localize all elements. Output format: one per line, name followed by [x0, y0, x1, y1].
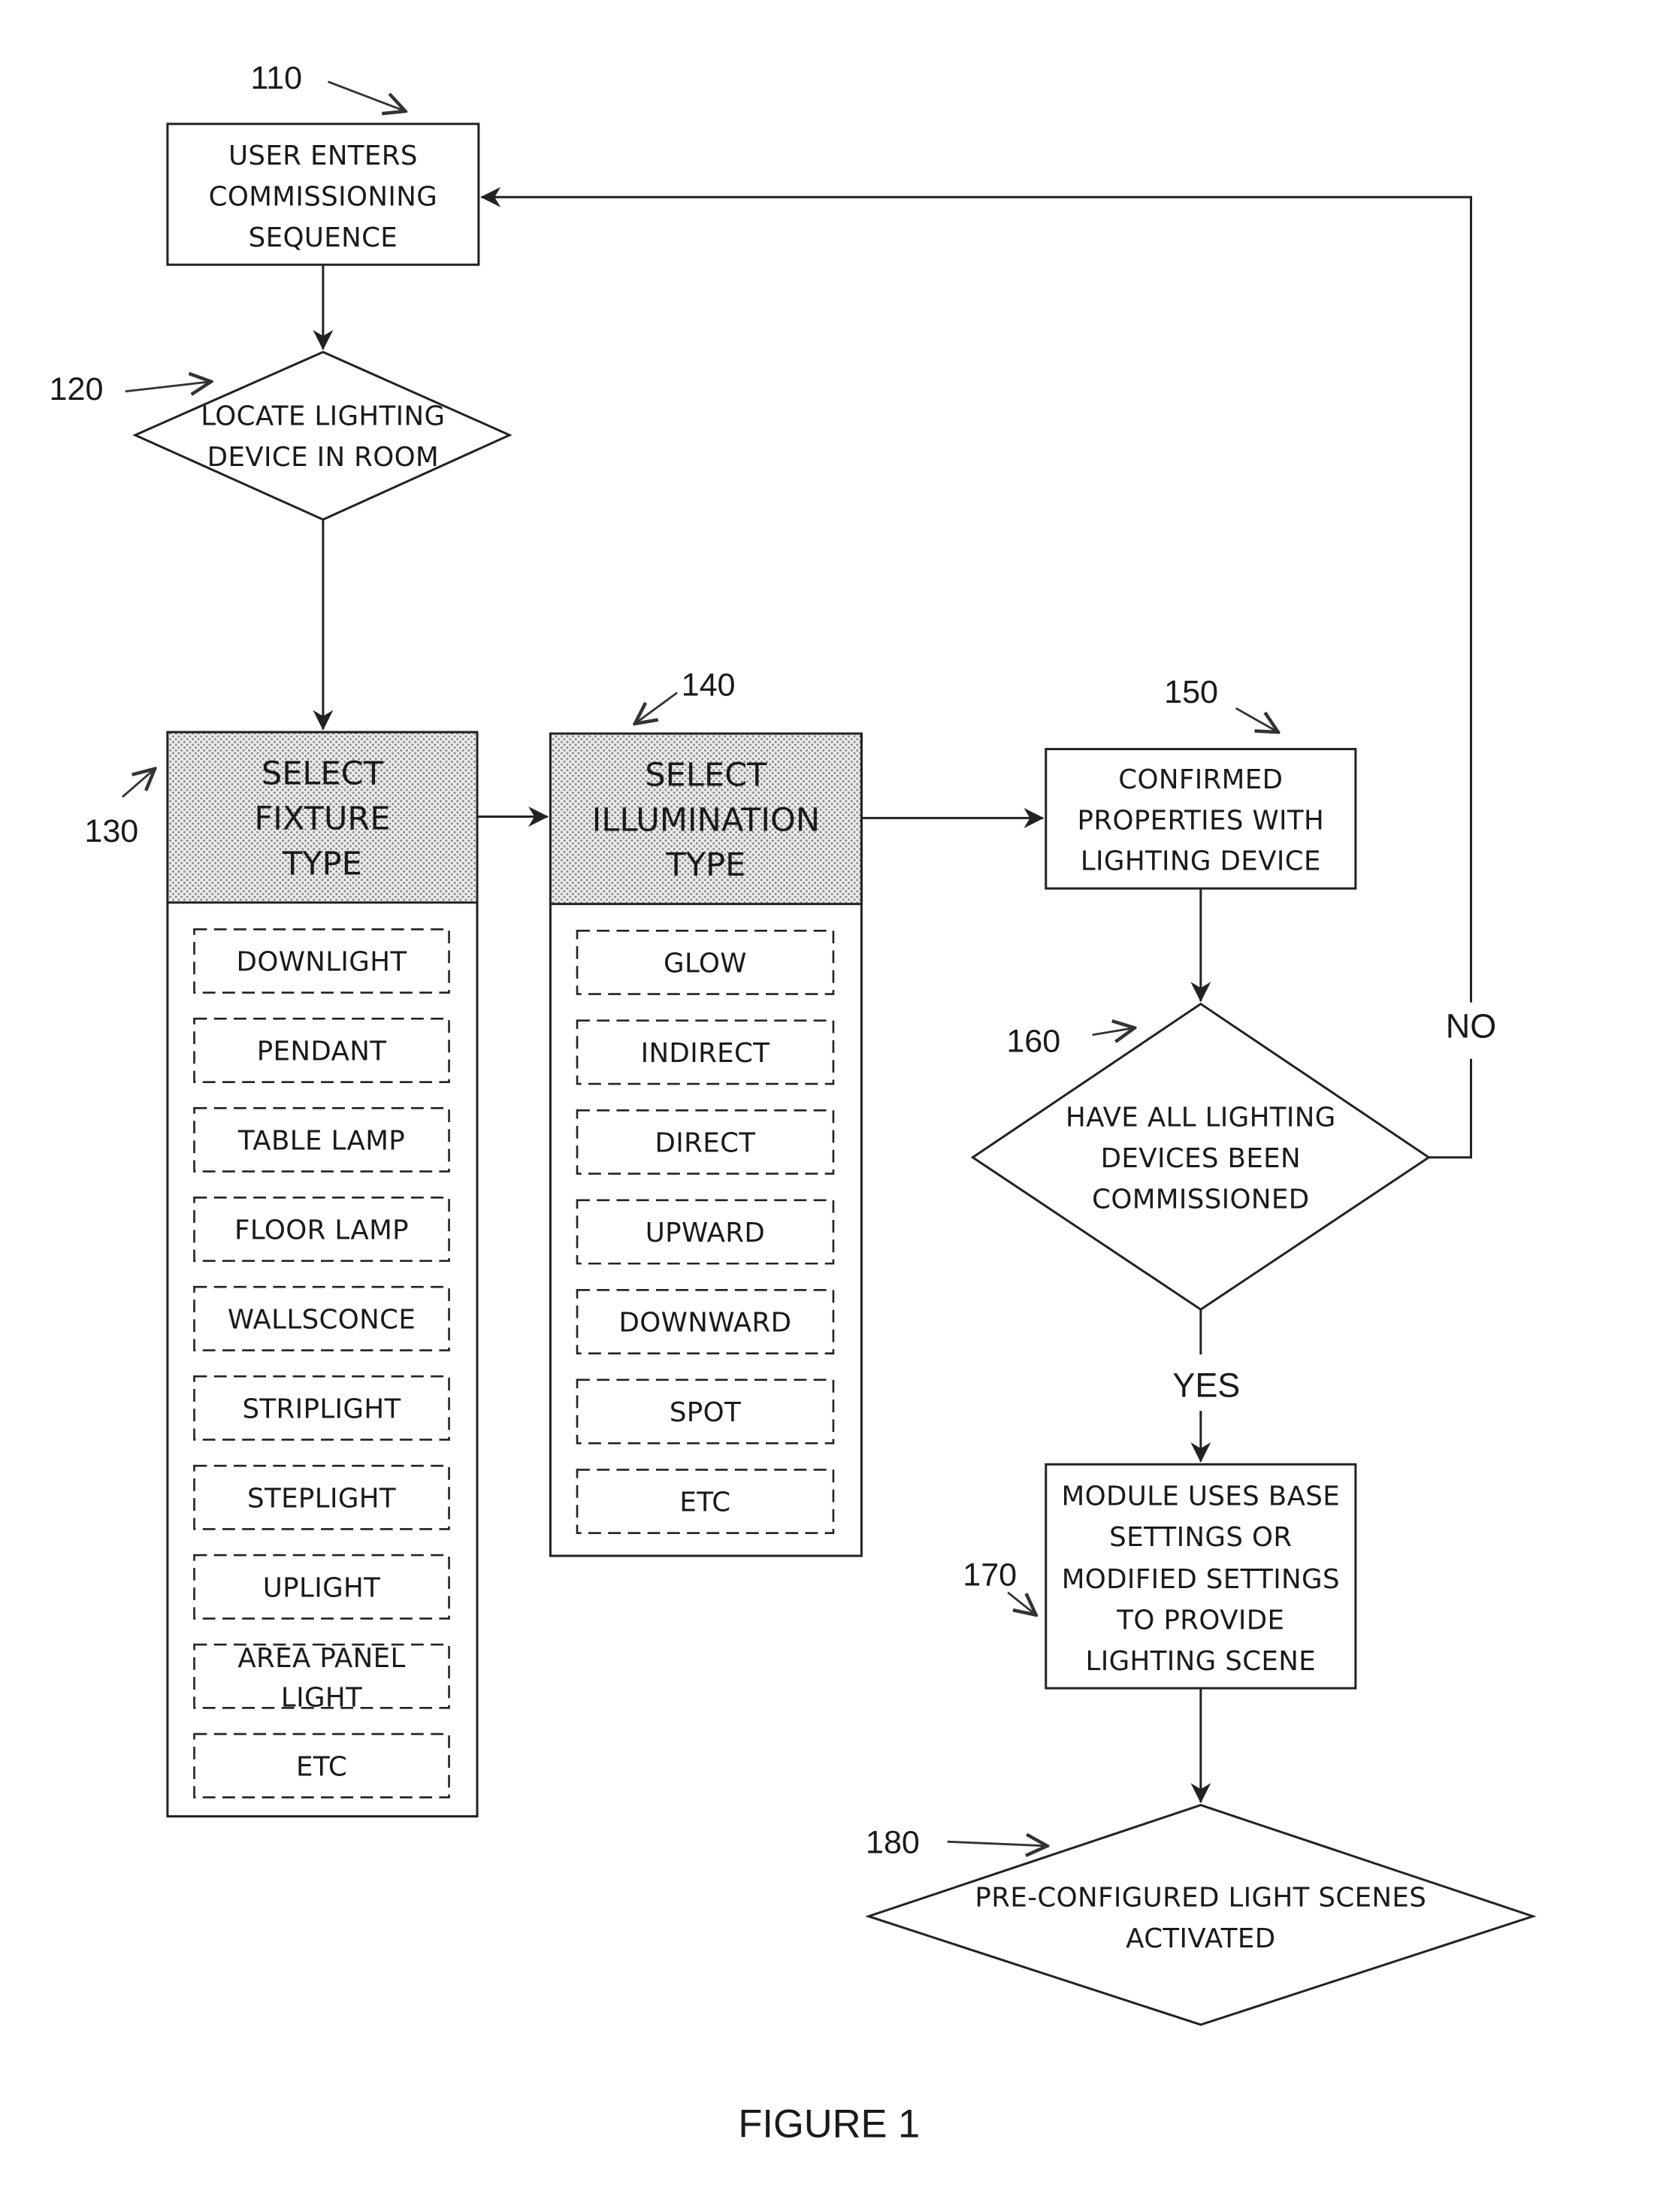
step-180-line-2: ACTIVATED [1126, 1923, 1275, 1954]
fixture-type-option-label: ETC [296, 1751, 347, 1782]
figure-caption: FIGURE 1 [738, 2103, 920, 2147]
step-130-header-line-1: SELECT [262, 755, 384, 792]
edge-label-yes: YES [1172, 1366, 1240, 1404]
step-150-line-3: LIGHTING DEVICE [1081, 846, 1321, 877]
step-140-header-line-2: ILLUMINATION [592, 801, 820, 839]
fixture-type-option-label: LIGHT [281, 1682, 362, 1713]
fixture-type-option-label: STEPLIGHT [247, 1483, 396, 1514]
illumination-type-option-label: ETC [679, 1487, 730, 1518]
ref-140-pointer-arrow-icon [635, 691, 678, 724]
fixture-type-option-label: TABLE LAMP [237, 1126, 405, 1157]
illumination-type-option-label: DIRECT [655, 1128, 756, 1159]
step-140-header-line-1: SELECT [645, 756, 767, 794]
step-130-header-line-3: TYPE [282, 845, 362, 882]
illumination-type-option-label: SPOT [670, 1397, 741, 1428]
step-130-panel: SELECT FIXTURE TYPE DOWNLIGHT PENDANT TABL… [166, 731, 479, 1818]
ref-170-pointer-arrow-icon [1007, 1591, 1036, 1615]
illumination-type-option-label: INDIRECT [641, 1038, 770, 1069]
ref-180: 180 [866, 1824, 920, 1860]
ref-120: 120 [50, 371, 104, 407]
step-170-line-5: LIGHTING SCENE [1086, 1646, 1317, 1677]
ref-160-pointer-arrow-icon [1092, 1028, 1135, 1035]
step-170-line-1: MODULE USES BASE [1062, 1481, 1341, 1512]
step-160-line-2: DEVICES BEEN [1101, 1143, 1301, 1174]
ref-130-pointer-arrow-icon [122, 769, 155, 798]
step-170-line-4: TO PROVIDE [1116, 1605, 1284, 1636]
fixture-type-option-label: AREA PANEL [237, 1643, 405, 1674]
ref-160: 160 [1006, 1023, 1060, 1059]
fixture-type-option-label: FLOOR LAMP [234, 1215, 409, 1246]
step-110-line-1: USER ENTERS [228, 141, 418, 171]
step-120-line-2: DEVICE IN ROOM [207, 442, 439, 473]
step-180-node: PRE-CONFIGURED LIGHT SCENES ACTIVATED [864, 1804, 1537, 2026]
step-110-line-3: SEQUENCE [249, 222, 398, 253]
step-130-header-line-2: FIXTURE [254, 800, 390, 837]
fixture-type-option-label: STRIPLIGHT [242, 1393, 401, 1424]
illumination-type-option-label: UPWARD [646, 1218, 765, 1248]
flowchart-figure: USER ENTERS COMMISSIONING SEQUENCE 110 L… [50, 60, 1537, 2147]
ref-110: 110 [250, 60, 302, 96]
ref-180-pointer-arrow-icon [947, 1841, 1048, 1846]
ref-170: 170 [963, 1557, 1017, 1593]
fixture-type-option-label: WALLSCONCE [228, 1304, 416, 1335]
step-120-diamond [132, 350, 513, 521]
step-170-line-2: SETTINGS OR [1109, 1522, 1292, 1553]
ref-120-pointer-arrow-icon [125, 382, 211, 392]
edge-160-to-110-no-lower [1429, 1058, 1472, 1159]
step-150-node: CONFIRMED PROPERTIES WITH LIGHTING DEVIC… [1045, 748, 1357, 890]
step-110-line-2: COMMISSIONING [209, 182, 438, 213]
fixture-type-option-label: UPLIGHT [263, 1572, 380, 1603]
step-140-panel: SELECT ILLUMINATION TYPE GLOW INDIRECT DIR… [549, 732, 863, 1557]
step-160-line-3: COMMISSIONED [1092, 1184, 1309, 1215]
step-180-diamond [864, 1804, 1537, 2026]
ref-130: 130 [84, 813, 138, 849]
illumination-type-option-label: GLOW [664, 949, 747, 979]
fixture-type-option-label: PENDANT [257, 1036, 387, 1067]
step-170-line-3: MODIFIED SETTINGS [1062, 1564, 1340, 1595]
ref-150: 150 [1164, 674, 1218, 710]
illumination-type-option-label: DOWNWARD [619, 1308, 792, 1339]
step-110-node: USER ENTERS COMMISSIONING SEQUENCE [166, 123, 480, 266]
ref-110-pointer-arrow-icon [327, 80, 405, 111]
edge-label-no: NO [1446, 1007, 1496, 1045]
step-140-header-line-3: TYPE [665, 846, 745, 884]
fixture-type-option-label: DOWNLIGHT [237, 947, 407, 978]
step-120-line-1: LOCATE LIGHTING [201, 401, 445, 432]
ref-150-pointer-arrow-icon [1235, 707, 1278, 732]
step-150-line-1: CONFIRMED [1118, 764, 1283, 795]
step-170-node: MODULE USES BASE SETTINGS OR MODIFIED SE… [1045, 1463, 1357, 1690]
step-120-node: LOCATE LIGHTING DEVICE IN ROOM [132, 350, 513, 521]
step-160-line-1: HAVE ALL LIGHTING [1066, 1103, 1336, 1133]
step-180-line-1: PRE-CONFIGURED LIGHT SCENES [975, 1882, 1426, 1913]
ref-140: 140 [682, 667, 736, 703]
step-150-line-2: PROPERTIES WITH [1078, 805, 1325, 836]
